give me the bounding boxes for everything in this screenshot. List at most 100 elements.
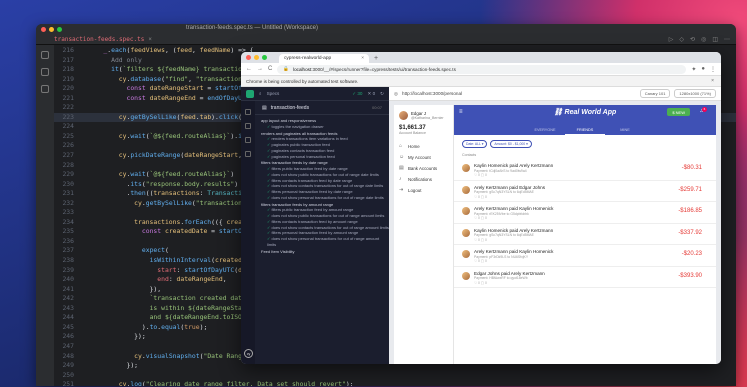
line-text: }); (88, 332, 146, 341)
test-item[interactable]: does not show public transactions for ou… (261, 172, 389, 178)
line-text: cy.wait(`@${feed.routeAlias}`) (118, 170, 235, 179)
user-profile: Edgar J @Katharina_Bernier (394, 105, 453, 125)
line-number: 232 (62, 198, 74, 207)
test-item[interactable]: paginates personal transaction feed (261, 154, 389, 160)
preview-toolbar: ◎ http://localhost:3000/personal Canary … (389, 87, 721, 101)
transaction-amount: -$337.92 (678, 229, 702, 236)
logo-icon: ⛓ (553, 109, 565, 116)
transaction-item[interactable]: Edgar Johns paid Arely Kertzmann Payment:… (454, 267, 716, 288)
transaction-amount: -$20.23 (681, 251, 702, 257)
nav-label: My Account (408, 155, 431, 160)
line-text (88, 237, 92, 247)
line-number: 240 (62, 275, 74, 284)
transaction-item[interactable]: Kaylin Homenick paid Arely Kertzmann Paym… (454, 224, 716, 245)
reload-icon[interactable]: ↻ (380, 91, 384, 97)
tab-friends[interactable]: FRIENDS (565, 125, 605, 135)
transaction-amount: -$186.85 (678, 208, 702, 214)
forward-button[interactable]: → (257, 66, 263, 72)
settings-icon[interactable] (245, 151, 251, 157)
minimize-window-button[interactable] (49, 27, 54, 32)
browser-address-bar: ← → C 🔒 localhost:3000/__/#/specs/runner… (241, 63, 721, 76)
line-number: 239 (62, 265, 74, 274)
viewport-selector[interactable]: 1280x1000 (71%) (674, 89, 716, 98)
tab-everyone[interactable]: EVERYONE (525, 125, 565, 135)
test-item[interactable]: does not show personal transactions for … (261, 195, 389, 201)
explorer-icon[interactable] (41, 51, 49, 59)
editor-titlebar: transaction-feeds.spec.ts — Untitled (Wo… (36, 24, 736, 35)
transaction-item[interactable]: Arely Kertzmann paid Kaylin Homenick Paym… (454, 245, 716, 267)
reload-button[interactable]: C (268, 66, 272, 72)
cypress-runner-panel: ⌕ Specs ✓ 30 ✕ 0 ↻ cy ▤ transaction-feed… (241, 87, 389, 364)
tab-mine[interactable]: MINE (605, 125, 645, 135)
date-range-filter[interactable]: Date: ALL ▾ (462, 140, 488, 148)
runs-icon[interactable] (245, 123, 251, 129)
test-item[interactable]: does not show personal transactions for … (261, 236, 389, 248)
close-banner-icon[interactable]: × (711, 78, 714, 84)
test-item[interactable]: toggles the navigation drawer (261, 124, 389, 130)
line-number: 218 (62, 65, 74, 74)
browser-window: cypress-realworld-app × + ← → C 🔒 localh… (241, 52, 721, 364)
amount-range-filter[interactable]: Amount: $0 - $1,000 ▾ (490, 140, 532, 148)
editor-tool-icon[interactable]: ⟲ (690, 36, 695, 43)
editor-tool-icon[interactable]: ◫ (712, 36, 718, 43)
editor-tool-icon[interactable]: ◇ (679, 36, 684, 43)
line-number: 228 (62, 160, 74, 169)
browser-minimize-button[interactable] (254, 55, 259, 60)
extensions-icon[interactable]: ✦ (691, 66, 696, 73)
editor-tool-icon[interactable]: ⋯ (724, 36, 730, 43)
line-number: 238 (62, 256, 74, 265)
url-input[interactable]: 🔒 localhost:3000/__/#/specs/runner?file=… (277, 64, 687, 74)
source-control-icon[interactable] (41, 85, 49, 93)
spec-name: transaction-feeds (270, 104, 310, 111)
spec-duration: 00:07 (371, 105, 382, 110)
close-window-button[interactable] (41, 27, 46, 32)
nav-item-my-account[interactable]: ☺ My Account (394, 152, 453, 163)
transaction-item[interactable]: Kaylin Homenick paid Arely Kertzmann Paym… (454, 159, 716, 181)
new-transaction-button[interactable]: $ NEW (667, 108, 690, 116)
back-button[interactable]: ← (246, 66, 252, 72)
editor-tool-icon[interactable]: ◎ (701, 36, 706, 43)
specs-list-icon[interactable] (245, 109, 251, 115)
browser-tab[interactable]: cypress-realworld-app × (279, 54, 369, 63)
line-number: 236 (62, 236, 74, 245)
line-number: 243 (62, 303, 74, 312)
avatar (399, 111, 408, 120)
editor-tool-icon[interactable]: ▷ (669, 36, 674, 43)
specs-search-input[interactable]: Specs (267, 91, 348, 96)
line-number: 250 (62, 370, 74, 379)
close-tab-icon[interactable]: × (361, 56, 364, 61)
test-suite[interactable]: Feed Item Visibility (261, 249, 389, 255)
close-tab-icon[interactable]: × (148, 37, 152, 43)
line-text: .its("response.body.results") (88, 179, 239, 188)
nav-icon: ⇥ (399, 187, 404, 193)
browser-close-button[interactable] (246, 55, 251, 60)
transaction-item[interactable]: Arely Kertzmann paid Edgar Johns Payment:… (454, 181, 716, 202)
code-line: 251 cy.log("Clearing date range filter. … (54, 380, 736, 386)
search-icon: ⌕ (259, 91, 262, 96)
maximize-window-button[interactable] (57, 27, 62, 32)
feed-tabs: EVERYONE FRIENDS MINE (454, 125, 716, 135)
browser-selector[interactable]: Canary 101 (639, 89, 671, 98)
nav-item-notifications[interactable]: ♪ Notifications (394, 174, 453, 185)
nav-item-bank-accounts[interactable]: ▤ Bank Accounts (394, 163, 453, 174)
editor-tab-active[interactable]: transaction-feeds.spec.ts (54, 36, 144, 43)
transaction-amount: -$80.31 (681, 165, 702, 171)
nav-item-home[interactable]: ⌂ Home (394, 141, 453, 152)
transaction-item[interactable]: Arely Kertzmann paid Kaylin Homenick Paym… (454, 202, 716, 224)
browser-maximize-button[interactable] (262, 55, 267, 60)
test-item[interactable]: does not show public transactions for ou… (261, 213, 389, 219)
transaction-note: Payment: gSc7qN3YSLN to 6qEd5MAE (474, 190, 534, 194)
cypress-badge-icon[interactable]: cy (244, 349, 253, 358)
new-tab-button[interactable]: + (374, 55, 378, 62)
nav-item-logout[interactable]: ⇥ Logout (394, 185, 453, 196)
profile-icon[interactable]: ● (701, 66, 705, 72)
notifications-badge: 6 (702, 107, 707, 112)
line-text: ).to.equal(true); (88, 322, 208, 331)
browser-menu-icon[interactable]: ⋮ (710, 66, 716, 73)
line-text (88, 208, 92, 218)
search-icon[interactable] (41, 68, 49, 76)
debug-icon[interactable] (245, 137, 251, 143)
line-number: 241 (62, 284, 74, 293)
transaction-title: Edgar Johns paid Arely Kertzmann (474, 270, 545, 276)
editor-tab-strip: transaction-feeds.spec.ts × (36, 35, 736, 45)
